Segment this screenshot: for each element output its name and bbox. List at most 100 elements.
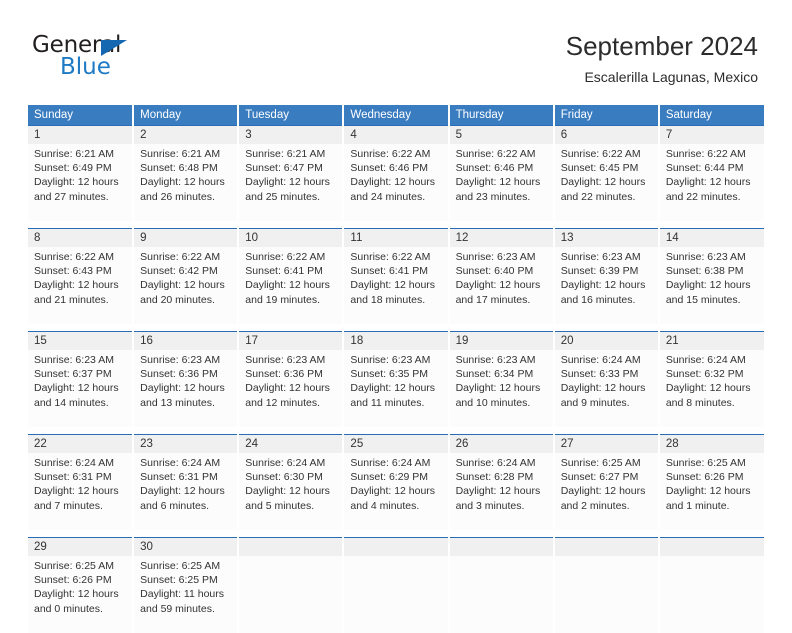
day-cell[interactable]: Sunrise: 6:21 AM Sunset: 6:49 PM Dayligh… [28,144,133,221]
day-number[interactable]: 27 [554,435,659,454]
sunset-text: Sunset: 6:46 PM [350,161,447,175]
day-number[interactable]: 14 [659,229,764,248]
day-cell[interactable]: Sunrise: 6:23 AM Sunset: 6:38 PM Dayligh… [659,247,764,324]
day-cell[interactable]: Sunrise: 6:25 AM Sunset: 6:26 PM Dayligh… [28,556,133,633]
day-cell[interactable]: Sunrise: 6:22 AM Sunset: 6:44 PM Dayligh… [659,144,764,221]
day-number[interactable]: 26 [449,435,554,454]
day-cell[interactable]: Sunrise: 6:24 AM Sunset: 6:30 PM Dayligh… [238,453,343,530]
day-number[interactable]: 21 [659,332,764,351]
day-cell[interactable]: Sunrise: 6:23 AM Sunset: 6:35 PM Dayligh… [343,350,448,427]
sunrise-text: Sunrise: 6:21 AM [245,147,342,161]
day-number[interactable]: 20 [554,332,659,351]
day-number[interactable]: 28 [659,435,764,454]
sunset-text: Sunset: 6:48 PM [140,161,237,175]
day-number-empty [659,538,764,557]
day-cell[interactable]: Sunrise: 6:25 AM Sunset: 6:26 PM Dayligh… [659,453,764,530]
daylight-text-line2: and 11 minutes. [350,396,447,410]
daylight-text-line1: Daylight: 12 hours [34,587,132,601]
sunset-text: Sunset: 6:41 PM [350,264,447,278]
day-cell[interactable]: Sunrise: 6:22 AM Sunset: 6:43 PM Dayligh… [28,247,133,324]
daylight-text-line2: and 0 minutes. [34,602,132,616]
daylight-text-line2: and 15 minutes. [666,293,764,307]
day-number[interactable]: 15 [28,332,133,351]
sunrise-text: Sunrise: 6:23 AM [666,250,764,264]
daylight-text-line1: Daylight: 12 hours [245,175,342,189]
day-number[interactable]: 24 [238,435,343,454]
day-cell[interactable]: Sunrise: 6:24 AM Sunset: 6:31 PM Dayligh… [133,453,238,530]
week-spacer [28,221,764,229]
day-cell[interactable]: Sunrise: 6:24 AM Sunset: 6:32 PM Dayligh… [659,350,764,427]
day-cell[interactable]: Sunrise: 6:22 AM Sunset: 6:41 PM Dayligh… [343,247,448,324]
week-2-daynum-row: 8 9 10 11 12 13 14 [28,229,764,248]
day-number[interactable]: 3 [238,126,343,145]
day-cell[interactable]: Sunrise: 6:21 AM Sunset: 6:47 PM Dayligh… [238,144,343,221]
day-number[interactable]: 22 [28,435,133,454]
day-cell[interactable]: Sunrise: 6:25 AM Sunset: 6:25 PM Dayligh… [133,556,238,633]
sunrise-text: Sunrise: 6:23 AM [456,250,553,264]
day-cell[interactable]: Sunrise: 6:24 AM Sunset: 6:28 PM Dayligh… [449,453,554,530]
daylight-text-line1: Daylight: 11 hours [140,587,237,601]
day-number[interactable]: 2 [133,126,238,145]
day-cell[interactable]: Sunrise: 6:23 AM Sunset: 6:40 PM Dayligh… [449,247,554,324]
sunset-text: Sunset: 6:25 PM [140,573,237,587]
day-cell[interactable]: Sunrise: 6:23 AM Sunset: 6:36 PM Dayligh… [133,350,238,427]
day-number[interactable]: 18 [343,332,448,351]
daylight-text-line1: Daylight: 12 hours [666,484,764,498]
day-number-empty [449,538,554,557]
day-cell[interactable]: Sunrise: 6:22 AM Sunset: 6:45 PM Dayligh… [554,144,659,221]
day-number[interactable]: 1 [28,126,133,145]
week-1-daynum-row: 1 2 3 4 5 6 7 [28,126,764,145]
calendar-head: Sunday Monday Tuesday Wednesday Thursday… [28,105,764,126]
general-blue-logo[interactable]: General Blue [32,32,212,84]
day-cell[interactable]: Sunrise: 6:23 AM Sunset: 6:36 PM Dayligh… [238,350,343,427]
day-number[interactable]: 29 [28,538,133,557]
day-cell[interactable]: Sunrise: 6:24 AM Sunset: 6:33 PM Dayligh… [554,350,659,427]
sunset-text: Sunset: 6:47 PM [245,161,342,175]
week-3-daynum-row: 15 16 17 18 19 20 21 [28,332,764,351]
day-cell-empty [449,556,554,633]
weekday-header-tuesday: Tuesday [238,105,343,126]
day-number[interactable]: 4 [343,126,448,145]
day-cell[interactable]: Sunrise: 6:22 AM Sunset: 6:46 PM Dayligh… [449,144,554,221]
sunrise-text: Sunrise: 6:24 AM [140,456,237,470]
sunrise-text: Sunrise: 6:24 AM [456,456,553,470]
day-cell[interactable]: Sunrise: 6:22 AM Sunset: 6:41 PM Dayligh… [238,247,343,324]
day-number[interactable]: 25 [343,435,448,454]
day-cell[interactable]: Sunrise: 6:22 AM Sunset: 6:46 PM Dayligh… [343,144,448,221]
weekday-header-thursday: Thursday [449,105,554,126]
day-number[interactable]: 8 [28,229,133,248]
sunset-text: Sunset: 6:29 PM [350,470,447,484]
sunrise-text: Sunrise: 6:22 AM [350,250,447,264]
day-cell[interactable]: Sunrise: 6:21 AM Sunset: 6:48 PM Dayligh… [133,144,238,221]
day-number[interactable]: 6 [554,126,659,145]
daylight-text-line2: and 16 minutes. [561,293,658,307]
day-number[interactable]: 17 [238,332,343,351]
sunrise-text: Sunrise: 6:22 AM [350,147,447,161]
day-number[interactable]: 7 [659,126,764,145]
day-number[interactable]: 11 [343,229,448,248]
day-cell[interactable]: Sunrise: 6:24 AM Sunset: 6:31 PM Dayligh… [28,453,133,530]
day-number[interactable]: 30 [133,538,238,557]
page-header: General Blue September 2024 Escalerilla … [0,0,792,96]
daylight-text-line2: and 26 minutes. [140,190,237,204]
weekday-header-wednesday: Wednesday [343,105,448,126]
sunrise-text: Sunrise: 6:23 AM [245,353,342,367]
daylight-text-line1: Daylight: 12 hours [34,175,132,189]
day-number[interactable]: 9 [133,229,238,248]
day-number[interactable]: 23 [133,435,238,454]
day-cell[interactable]: Sunrise: 6:23 AM Sunset: 6:37 PM Dayligh… [28,350,133,427]
day-number[interactable]: 13 [554,229,659,248]
sunset-text: Sunset: 6:26 PM [666,470,764,484]
day-cell[interactable]: Sunrise: 6:25 AM Sunset: 6:27 PM Dayligh… [554,453,659,530]
daylight-text-line2: and 17 minutes. [456,293,553,307]
day-number[interactable]: 19 [449,332,554,351]
day-number[interactable]: 12 [449,229,554,248]
weekday-header-saturday: Saturday [659,105,764,126]
day-number[interactable]: 5 [449,126,554,145]
day-cell[interactable]: Sunrise: 6:23 AM Sunset: 6:39 PM Dayligh… [554,247,659,324]
day-number[interactable]: 10 [238,229,343,248]
day-number[interactable]: 16 [133,332,238,351]
day-cell[interactable]: Sunrise: 6:23 AM Sunset: 6:34 PM Dayligh… [449,350,554,427]
day-cell[interactable]: Sunrise: 6:24 AM Sunset: 6:29 PM Dayligh… [343,453,448,530]
day-cell[interactable]: Sunrise: 6:22 AM Sunset: 6:42 PM Dayligh… [133,247,238,324]
